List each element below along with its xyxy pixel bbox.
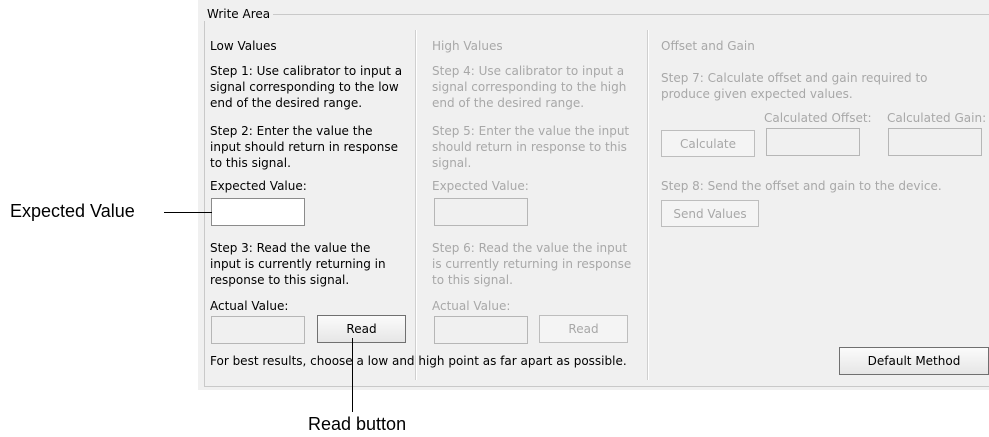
calculated-offset-label: Calculated Offset: [764, 111, 872, 125]
step3-line1: Step 3: Read the value the [210, 241, 371, 255]
step6-line2: is currently returning in response [432, 257, 632, 271]
low-read-button[interactable]: Read [317, 315, 406, 343]
step4-line2: signal corresponding to the high [432, 80, 627, 94]
step3-line2: input is currently returning in [210, 257, 386, 271]
write-area-title: Write Area [204, 7, 274, 21]
read-button-callout-line [352, 338, 353, 412]
step7-line1: Step 7: Calculate offset and gain requir… [661, 71, 928, 85]
low-values-heading: Low Values [210, 39, 277, 53]
step5-line3: signal. [432, 156, 472, 170]
step3-line3: response to this signal. [210, 273, 350, 287]
high-expected-value-input [434, 198, 528, 226]
column-separator-2 [647, 30, 649, 380]
step2-line2: input should return in response [210, 140, 399, 154]
step2-line1: Step 2: Enter the value the [210, 124, 373, 138]
step1-line1: Step 1: Use calibrator to input a [210, 64, 403, 78]
high-expected-value-label: Expected Value: [432, 179, 529, 193]
high-actual-value-label: Actual Value: [432, 299, 511, 313]
calculated-offset-field [766, 128, 860, 156]
calculate-button: Calculate [661, 130, 755, 157]
low-actual-value-label: Actual Value: [210, 299, 289, 313]
default-method-button[interactable]: Default Method [839, 347, 989, 375]
offset-gain-heading: Offset and Gain [661, 39, 755, 53]
step2-line3: to this signal. [210, 156, 291, 170]
step6-line3: to this signal. [432, 273, 513, 287]
step4-line3: end of the desired range. [432, 96, 585, 110]
expected-value-callout-label: Expected Value [10, 201, 135, 221]
step6-line1: Step 6: Read the value the input [432, 241, 628, 255]
column-separator-1 [415, 30, 417, 380]
low-expected-value-label: Expected Value: [210, 179, 307, 193]
expected-value-callout-line [164, 212, 212, 213]
send-values-button: Send Values [661, 200, 759, 227]
high-read-button: Read [539, 315, 628, 343]
step7-line2: produce given expected values. [661, 87, 853, 101]
step4-line1: Step 4: Use calibrator to input a [432, 64, 625, 78]
calculated-gain-field [888, 128, 982, 156]
footer-note: For best results, choose a low and high … [210, 354, 627, 368]
step1-line3: end of the desired range. [210, 96, 363, 110]
calculated-gain-label: Calculated Gain: [887, 111, 987, 125]
step8-text: Step 8: Send the offset and gain to the … [661, 179, 942, 193]
step1-line2: signal corresponding to the low [210, 80, 399, 94]
read-button-callout-label: Read button [308, 414, 407, 434]
high-values-heading: High Values [432, 39, 503, 53]
write-area-panel: Write Area Low Values Step 1: Use calibr… [198, 0, 989, 390]
low-expected-value-input[interactable] [211, 198, 305, 226]
low-actual-value-field [211, 316, 305, 344]
step5-line2: should return in response to this [432, 140, 627, 154]
step5-line1: Step 5: Enter the value the input [432, 124, 630, 138]
high-actual-value-field [434, 316, 528, 344]
